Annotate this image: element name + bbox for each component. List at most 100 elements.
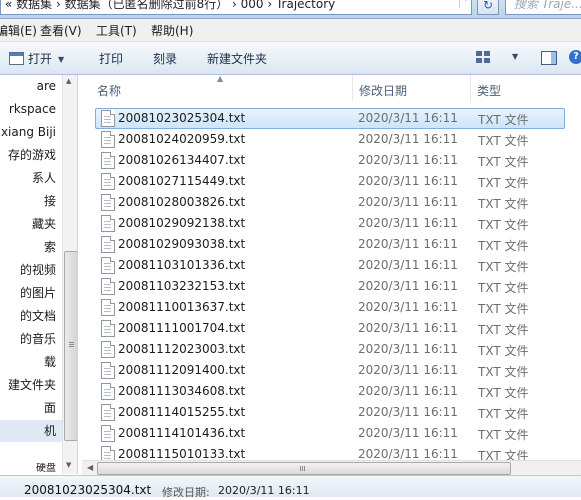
table-row[interactable]: 20081114015255.txt 2020/3/11 16:11 TXT 文件	[95, 402, 565, 423]
table-row[interactable]: 20081112023003.txt 2020/3/11 16:11 TXT 文件	[95, 339, 565, 360]
address-bar[interactable]: « 数据集 › 数据集（已匿名删除过前8行） › 000 › Trajector…	[0, 0, 472, 15]
menu-edit[interactable]: 编辑(E)	[0, 22, 37, 39]
text-file-icon	[101, 110, 115, 127]
column-header: ▲ 名称 修改日期 类型	[82, 75, 581, 101]
column-date[interactable]: 修改日期	[359, 82, 407, 99]
nav-item[interactable]: 索	[0, 236, 62, 258]
preview-pane-icon[interactable]	[541, 51, 557, 65]
file-date: 2020/3/11 16:11	[358, 279, 458, 293]
text-file-icon	[101, 425, 115, 442]
nav-scroll-thumb[interactable]	[64, 251, 78, 441]
column-type[interactable]: 类型	[477, 82, 501, 99]
nav-item[interactable]: 藏夹	[0, 213, 62, 235]
nav-vertical-scrollbar[interactable]: ▲ ▼	[62, 75, 78, 474]
file-list-horizontal-scrollbar[interactable]: ◀	[82, 460, 581, 475]
new-folder-button[interactable]: 新建文件夹	[207, 50, 267, 67]
scroll-left-icon[interactable]: ◀	[87, 463, 93, 472]
status-date-value: 2020/3/11 16:11	[218, 484, 310, 497]
file-name: 20081028003826.txt	[118, 195, 246, 209]
nav-item[interactable]: 面	[0, 397, 62, 419]
nav-item-selected[interactable]: 机	[0, 420, 62, 442]
table-row[interactable]: 20081113034608.txt 2020/3/11 16:11 TXT 文件	[95, 381, 565, 402]
status-file-name: 20081023025304.txt	[24, 483, 152, 497]
command-toolbar: 打开 ▼ 打印 刻录 新建文件夹 ▼ ?	[0, 42, 581, 75]
nav-item[interactable]: xiang Biji	[0, 121, 62, 143]
file-type: TXT 文件	[478, 197, 529, 211]
nav-item[interactable]: 存的游戏	[0, 144, 62, 166]
nav-item[interactable]: 系人	[0, 167, 62, 189]
file-name: 20081112091400.txt	[118, 363, 246, 377]
column-name[interactable]: 名称	[97, 82, 121, 99]
table-row[interactable]: 20081026134407.txt 2020/3/11 16:11 TXT 文件	[95, 150, 565, 171]
print-button[interactable]: 打印	[99, 50, 123, 67]
table-row[interactable]: 20081103232153.txt 2020/3/11 16:11 TXT 文件	[95, 276, 565, 297]
search-placeholder: 搜索 Traje...	[514, 0, 581, 11]
nav-item-label: 硬盘	[36, 463, 56, 474]
file-type: TXT 文件	[478, 134, 529, 148]
nav-item-label: 建文件夹	[7, 378, 56, 392]
column-separator[interactable]	[352, 75, 353, 101]
file-name: 20081110013637.txt	[118, 300, 246, 314]
file-type: TXT 文件	[478, 323, 529, 337]
horizontal-scroll-thumb[interactable]	[97, 462, 511, 475]
nav-item[interactable]: 接	[0, 190, 62, 212]
table-row[interactable]: 20081027115449.txt 2020/3/11 16:11 TXT 文件	[95, 171, 565, 192]
nav-item[interactable]: 的视频	[0, 259, 62, 281]
nav-item[interactable]: rkspace	[0, 98, 62, 120]
table-row[interactable]: 20081103101336.txt 2020/3/11 16:11 TXT 文件	[95, 255, 565, 276]
view-dropdown-icon[interactable]: ▼	[512, 52, 518, 61]
text-file-icon	[101, 341, 115, 358]
table-row[interactable]: 20081111001704.txt 2020/3/11 16:11 TXT 文件	[95, 318, 565, 339]
column-separator[interactable]	[470, 75, 471, 101]
nav-item-label: 机	[43, 424, 56, 438]
table-row[interactable]: 20081024020959.txt 2020/3/11 16:11 TXT 文件	[95, 129, 565, 150]
file-date: 2020/3/11 16:11	[358, 195, 458, 209]
nav-item[interactable]	[0, 443, 62, 465]
file-date: 2020/3/11 16:11	[358, 153, 458, 167]
nav-item[interactable]: 的音乐	[0, 328, 62, 350]
nav-item[interactable]: 的图片	[0, 282, 62, 304]
scroll-up-icon[interactable]: ▲	[66, 77, 71, 85]
address-dropdown-icon[interactable]: ▼	[459, 0, 471, 8]
file-type: TXT 文件	[478, 113, 529, 127]
menu-view[interactable]: 查看(V)	[40, 22, 82, 39]
nav-item[interactable]: are	[0, 75, 62, 97]
sort-ascending-icon: ▲	[217, 75, 224, 83]
table-row[interactable]: 20081029092138.txt 2020/3/11 16:11 TXT 文件	[95, 213, 565, 234]
view-options-icon[interactable]	[476, 51, 492, 64]
open-button[interactable]: 打开 ▼	[28, 50, 64, 67]
table-row[interactable]: 20081028003826.txt 2020/3/11 16:11 TXT 文件	[95, 192, 565, 213]
scroll-down-icon[interactable]: ▼	[66, 461, 71, 469]
nav-item-label: 的视频	[19, 263, 56, 277]
nav-item-label: 面	[43, 401, 56, 415]
menu-tools[interactable]: 工具(T)	[96, 22, 137, 39]
table-row[interactable]: 20081112091400.txt 2020/3/11 16:11 TXT 文件	[95, 360, 565, 381]
refresh-button[interactable]: ↻	[477, 0, 499, 15]
nav-item-label: xiang Biji	[0, 125, 56, 139]
file-date: 2020/3/11 16:11	[358, 174, 458, 188]
file-type: TXT 文件	[478, 407, 529, 421]
address-path[interactable]: « 数据集 › 数据集（已匿名删除过前8行） › 000 › Trajector…	[5, 0, 335, 12]
table-row-selected[interactable]: 20081023025304.txt 2020/3/11 16:11 TXT 文件	[95, 108, 565, 129]
nav-item[interactable]: 的文档	[0, 305, 62, 327]
search-input[interactable]: 搜索 Traje...	[505, 0, 581, 15]
file-date: 2020/3/11 16:11	[358, 111, 458, 125]
text-file-icon	[101, 152, 115, 169]
help-icon[interactable]: ?	[569, 50, 581, 64]
nav-item[interactable]: 建文件夹	[0, 374, 62, 396]
nav-item[interactable]: 载	[0, 351, 62, 373]
text-file-icon	[101, 320, 115, 337]
file-name: 20081029093038.txt	[118, 237, 246, 251]
nav-item[interactable]: 硬盘	[0, 463, 62, 474]
text-file-icon	[101, 383, 115, 400]
file-list: ▲ 名称 修改日期 类型 20081023025304.txt 2020/3/11…	[82, 75, 581, 474]
file-name: 20081114101436.txt	[118, 426, 246, 440]
table-row[interactable]: 20081114101436.txt 2020/3/11 16:11 TXT 文件	[95, 423, 565, 444]
file-date: 2020/3/11 16:11	[358, 258, 458, 272]
text-file-icon	[101, 236, 115, 253]
file-type: TXT 文件	[478, 260, 529, 274]
burn-button[interactable]: 刻录	[153, 50, 177, 67]
menu-help[interactable]: 帮助(H)	[151, 22, 193, 39]
table-row[interactable]: 20081029093038.txt 2020/3/11 16:11 TXT 文件	[95, 234, 565, 255]
table-row[interactable]: 20081110013637.txt 2020/3/11 16:11 TXT 文件	[95, 297, 565, 318]
